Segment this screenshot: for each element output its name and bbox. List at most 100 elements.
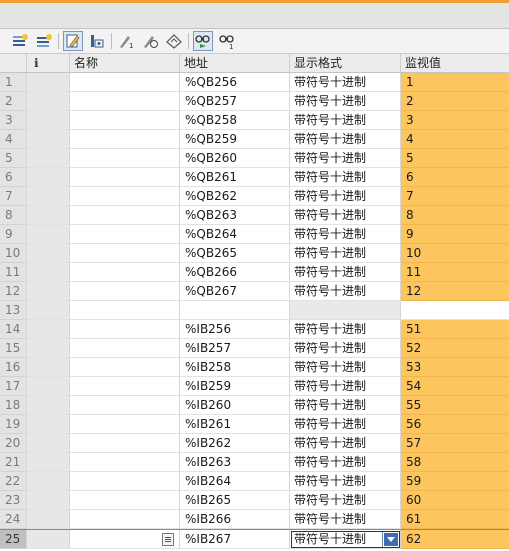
table-row[interactable]: 22 %IB264 带符号十进制 59 <box>0 472 509 491</box>
row-address-cell[interactable]: %QB264 <box>180 225 290 244</box>
row-address-cell[interactable]: %QB267 <box>180 282 290 301</box>
table-row[interactable]: 13 <box>0 301 509 320</box>
chevron-down-icon[interactable] <box>382 532 399 547</box>
table-row[interactable]: 10 %QB265 带符号十进制 10 <box>0 244 509 263</box>
row-index[interactable]: 13 <box>0 301 27 320</box>
table-row[interactable]: 25 %IB267 带符号十进制 62 <box>0 529 509 549</box>
row-address-cell[interactable]: %IB262 <box>180 434 290 453</box>
row-display-format-cell[interactable]: 带符号十进制 <box>290 358 401 377</box>
header-info[interactable]: ℹ <box>27 54 70 72</box>
row-index[interactable]: 12 <box>0 282 27 301</box>
row-display-format-cell[interactable]: 带符号十进制 <box>290 244 401 263</box>
row-display-format-cell[interactable]: 带符号十进制 <box>290 168 401 187</box>
header-monitor-value[interactable]: 监视值 <box>401 54 509 72</box>
row-name-cell[interactable] <box>70 453 180 472</box>
row-display-format-cell[interactable]: 带符号十进制 <box>290 453 401 472</box>
row-monitor-value-cell[interactable]: 53 <box>401 358 509 377</box>
row-display-format-cell[interactable]: 带符号十进制 <box>290 491 401 510</box>
row-name-cell[interactable] <box>70 377 180 396</box>
row-address-cell[interactable]: %IB263 <box>180 453 290 472</box>
row-index[interactable]: 10 <box>0 244 27 263</box>
address-picker-icon[interactable] <box>162 533 174 546</box>
row-index[interactable]: 3 <box>0 111 27 130</box>
row-display-format-cell[interactable]: 带符号十进制 <box>290 339 401 358</box>
row-index[interactable]: 17 <box>0 377 27 396</box>
row-index[interactable]: 11 <box>0 263 27 282</box>
table-row[interactable]: 11 %QB266 带符号十进制 11 <box>0 263 509 282</box>
row-address-cell[interactable]: %QB261 <box>180 168 290 187</box>
display-format-dropdown[interactable]: 带符号十进制 <box>291 531 400 548</box>
row-monitor-value-cell[interactable]: 55 <box>401 396 509 415</box>
row-index[interactable]: 2 <box>0 92 27 111</box>
row-display-format-cell[interactable]: 带符号十进制 <box>290 472 401 491</box>
row-address-cell[interactable]: %IB261 <box>180 415 290 434</box>
row-display-format-cell[interactable]: 带符号十进制 <box>290 187 401 206</box>
row-address-cell[interactable]: %QB263 <box>180 206 290 225</box>
row-monitor-value-cell[interactable]: 6 <box>401 168 509 187</box>
table-row[interactable]: 19 %IB261 带符号十进制 56 <box>0 415 509 434</box>
table-row[interactable]: 7 %QB262 带符号十进制 7 <box>0 187 509 206</box>
row-index[interactable]: 21 <box>0 453 27 472</box>
row-name-cell[interactable] <box>70 149 180 168</box>
row-index[interactable]: 25 <box>0 530 27 549</box>
row-monitor-value-cell[interactable]: 1 <box>401 73 509 92</box>
row-address-cell[interactable]: %QB258 <box>180 111 290 130</box>
row-index[interactable]: 9 <box>0 225 27 244</box>
table-row[interactable]: 21 %IB263 带符号十进制 58 <box>0 453 509 472</box>
row-index[interactable]: 19 <box>0 415 27 434</box>
modify-now-icon[interactable]: 1 <box>116 31 136 51</box>
row-address-cell[interactable]: %IB264 <box>180 472 290 491</box>
row-name-cell[interactable] <box>70 225 180 244</box>
monitor-all-icon[interactable] <box>193 31 213 51</box>
row-monitor-value-cell[interactable]: 9 <box>401 225 509 244</box>
row-address-cell[interactable]: %IB265 <box>180 491 290 510</box>
row-monitor-value-cell[interactable]: 10 <box>401 244 509 263</box>
row-display-format-cell[interactable]: 带符号十进制 <box>290 92 401 111</box>
row-name-cell[interactable] <box>70 92 180 111</box>
row-monitor-value-cell[interactable]: 2 <box>401 92 509 111</box>
table-row[interactable]: 5 %QB260 带符号十进制 5 <box>0 149 509 168</box>
row-monitor-value-cell[interactable]: 7 <box>401 187 509 206</box>
show-all-columns-icon[interactable] <box>87 31 107 51</box>
row-index[interactable]: 8 <box>0 206 27 225</box>
row-name-cell[interactable] <box>70 130 180 149</box>
row-name-cell[interactable] <box>70 320 180 339</box>
row-name-cell[interactable] <box>70 491 180 510</box>
row-address-cell[interactable]: %IB266 <box>180 510 290 529</box>
row-display-format-cell[interactable]: 带符号十进制 <box>290 73 401 92</box>
table-row[interactable]: 9 %QB264 带符号十进制 9 <box>0 225 509 244</box>
row-index[interactable]: 24 <box>0 510 27 529</box>
row-monitor-value-cell[interactable]: 61 <box>401 510 509 529</box>
row-index[interactable]: 18 <box>0 396 27 415</box>
row-display-format-cell[interactable]: 带符号十进制 <box>290 263 401 282</box>
row-monitor-value-cell[interactable]: 60 <box>401 491 509 510</box>
row-name-cell[interactable] <box>70 282 180 301</box>
row-display-format-cell[interactable]: 带符号十进制 <box>290 206 401 225</box>
row-address-cell[interactable]: %IB267 <box>180 530 290 549</box>
row-display-format-cell[interactable]: 带符号十进制 <box>290 282 401 301</box>
row-index[interactable]: 20 <box>0 434 27 453</box>
row-name-cell[interactable] <box>70 358 180 377</box>
row-name-cell[interactable] <box>70 244 180 263</box>
row-name-cell[interactable] <box>70 510 180 529</box>
row-name-cell[interactable] <box>70 396 180 415</box>
row-index[interactable]: 6 <box>0 168 27 187</box>
row-address-cell[interactable]: %IB260 <box>180 396 290 415</box>
table-row[interactable]: 14 %IB256 带符号十进制 51 <box>0 320 509 339</box>
modify-with-trigger-icon[interactable] <box>140 31 160 51</box>
row-address-cell[interactable]: %QB260 <box>180 149 290 168</box>
row-index[interactable]: 22 <box>0 472 27 491</box>
row-index[interactable]: 16 <box>0 358 27 377</box>
add-row-icon[interactable] <box>34 31 54 51</box>
row-address-cell[interactable]: %QB265 <box>180 244 290 263</box>
row-address-cell[interactable]: %QB256 <box>180 73 290 92</box>
row-name-cell[interactable] <box>70 472 180 491</box>
row-address-cell[interactable]: %IB259 <box>180 377 290 396</box>
table-row[interactable]: 3 %QB258 带符号十进制 3 <box>0 111 509 130</box>
table-row[interactable]: 4 %QB259 带符号十进制 4 <box>0 130 509 149</box>
row-display-format-cell[interactable]: 带符号十进制 <box>290 225 401 244</box>
enable-peripheral-icon[interactable] <box>164 31 184 51</box>
row-name-cell[interactable] <box>70 301 180 320</box>
row-display-format-cell[interactable]: 带符号十进制 <box>290 415 401 434</box>
row-monitor-value-cell[interactable]: 5 <box>401 149 509 168</box>
